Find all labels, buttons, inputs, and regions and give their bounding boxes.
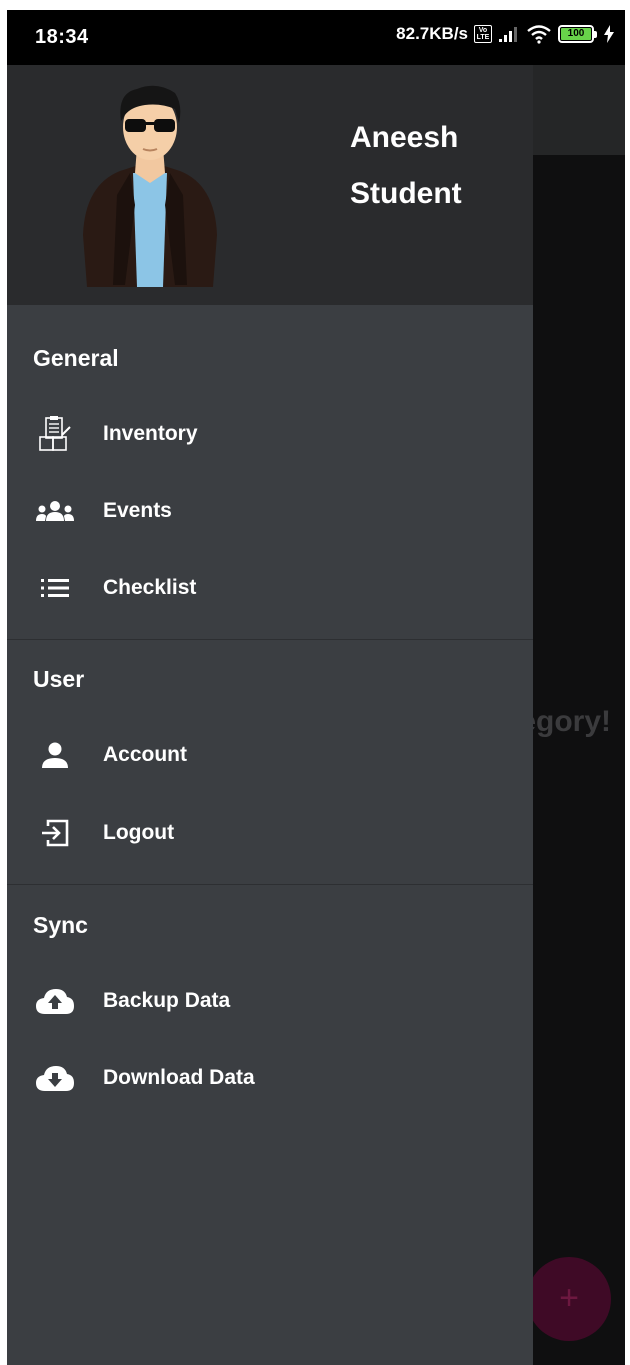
charging-icon — [604, 25, 614, 43]
menu-item-label: Account — [103, 743, 187, 766]
menu-item-label: Download Data — [103, 1066, 255, 1089]
cloud-download-icon — [7, 1047, 103, 1109]
menu-item-label: Logout — [103, 821, 175, 844]
section-divider — [7, 884, 533, 885]
section-title-sync: Sync — [33, 912, 88, 938]
background-empty-message: egory! — [519, 705, 611, 738]
logout-icon — [7, 802, 103, 864]
profile-role: Student — [350, 177, 462, 210]
wifi-icon — [527, 25, 551, 44]
profile-name: Aneesh — [350, 121, 459, 154]
volte-icon: Vo LTE — [474, 25, 492, 43]
section-divider — [7, 639, 533, 640]
phone-screen: 18:34 82.7KB/s Vo LTE 100 egory! + Anees… — [7, 10, 625, 1365]
signal-icon — [499, 27, 517, 42]
menu-item-logout[interactable]: Logout — [7, 802, 533, 864]
menu-item-inventory[interactable]: Inventory — [7, 403, 533, 465]
menu-item-events[interactable]: Events — [7, 480, 533, 542]
menu-item-checklist[interactable]: Checklist — [7, 557, 533, 619]
drawer-header: Aneesh Student — [7, 65, 533, 305]
person-icon — [7, 724, 103, 786]
menu-item-label: Backup Data — [103, 989, 231, 1012]
status-indicators: 82.7KB/s Vo LTE 100 — [396, 24, 615, 44]
menu-item-label: Inventory — [103, 422, 198, 445]
network-speed: 82.7KB/s — [396, 24, 468, 43]
menu-item-download-data[interactable]: Download Data — [7, 1047, 533, 1109]
status-bar: 18:34 82.7KB/s Vo LTE 100 — [7, 10, 625, 65]
section-title-general: General — [33, 345, 119, 371]
battery-level: 100 — [561, 28, 591, 40]
status-time: 18:34 — [35, 26, 89, 48]
cloud-upload-icon — [7, 970, 103, 1032]
battery-icon: 100 — [558, 25, 597, 43]
add-fab-button: + — [527, 1257, 611, 1341]
list-icon — [7, 557, 103, 619]
menu-item-label: Events — [103, 499, 172, 522]
menu-item-backup-data[interactable]: Backup Data — [7, 970, 533, 1032]
menu-item-account[interactable]: Account — [7, 724, 533, 786]
avatar — [83, 85, 217, 287]
section-title-user: User — [33, 666, 85, 692]
group-icon — [7, 480, 103, 542]
menu-item-label: Checklist — [103, 576, 197, 599]
navigation-drawer: Aneesh Student General Inventory Events … — [7, 65, 533, 1365]
inventory-icon — [7, 403, 103, 465]
